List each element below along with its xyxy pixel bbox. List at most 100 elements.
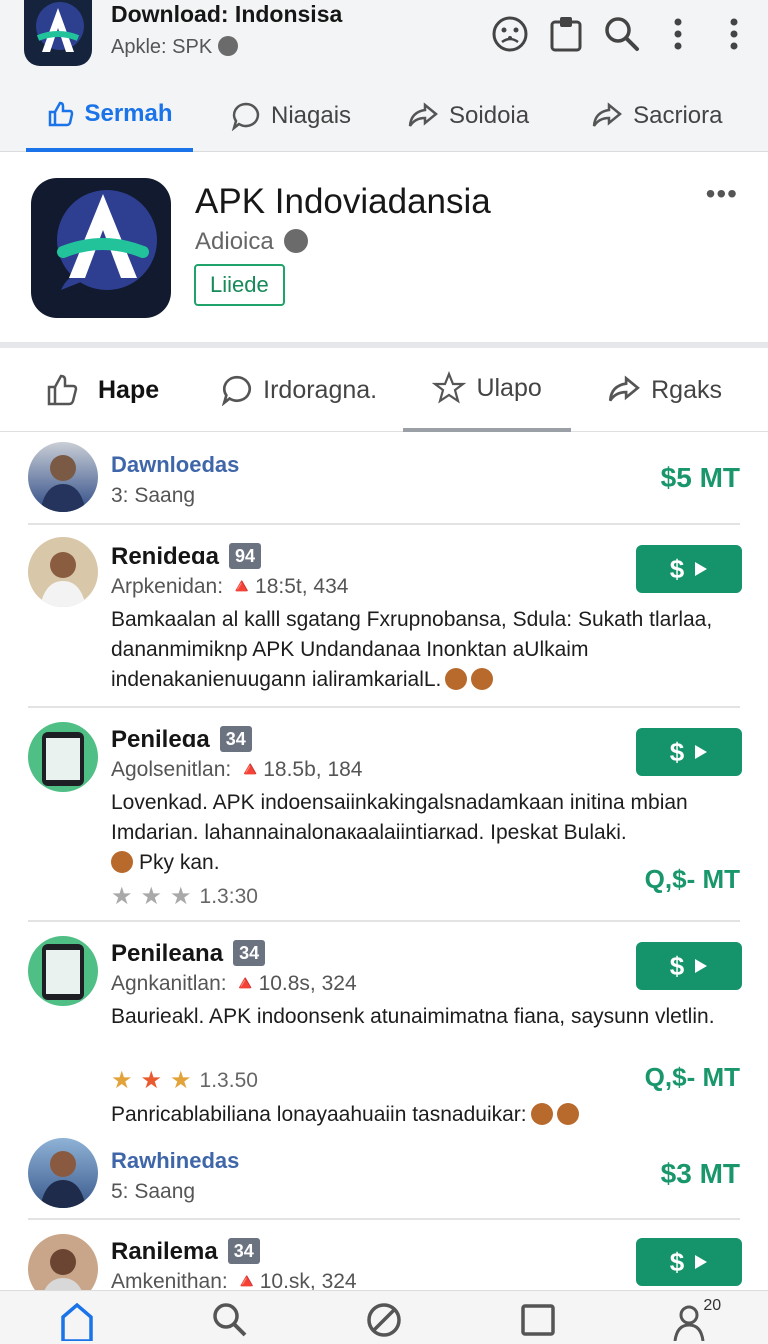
reviewer-name-text: Penileana bbox=[111, 940, 224, 967]
avatar[interactable] bbox=[28, 936, 98, 1006]
tab-label: Ulapo bbox=[476, 373, 542, 402]
star-icon: ★ bbox=[140, 1067, 163, 1094]
tab-label: Hape bbox=[98, 375, 160, 404]
emoji-icon bbox=[471, 668, 494, 690]
emoji-icon bbox=[111, 851, 133, 873]
share-icon bbox=[408, 102, 439, 127]
pay-button[interactable]: $ bbox=[636, 1238, 742, 1286]
chat-icon bbox=[222, 375, 252, 406]
price-label: $3 MT bbox=[660, 1158, 740, 1189]
more-horiz-icon[interactable]: ••• bbox=[706, 178, 738, 210]
item-title[interactable]: Dawnloedas bbox=[111, 452, 239, 478]
search-icon[interactable] bbox=[598, 10, 646, 58]
reviewer-name-text: Ranilema bbox=[111, 1238, 218, 1265]
pay-button[interactable]: $ bbox=[636, 545, 742, 593]
search-icon bbox=[213, 1303, 247, 1337]
pay-button-label: $ bbox=[669, 736, 685, 767]
nav-search[interactable] bbox=[200, 1301, 260, 1344]
avatar bbox=[28, 1138, 98, 1208]
tab-sermah[interactable]: Sermah bbox=[26, 80, 193, 152]
review-extra-text: Pky kan. bbox=[139, 851, 220, 874]
app-logo-icon[interactable] bbox=[31, 178, 171, 318]
chat-icon bbox=[231, 102, 260, 131]
review-meta: Agnkanitlan: 🔺10.8s, 324 bbox=[111, 972, 357, 995]
play-icon bbox=[695, 562, 708, 576]
star-icon: ★ bbox=[170, 1067, 192, 1094]
review-meta: Arpkenidan: 🔺18:5t, 434 bbox=[111, 575, 349, 598]
review-item: Penileana 34 Agnkanitlan: 🔺10.8s, 324 Bau… bbox=[0, 922, 768, 1132]
reviewer-name: Penileɑa 34 bbox=[111, 726, 252, 754]
nav-count: 20 bbox=[703, 1297, 722, 1314]
tab-niagais[interactable]: Niagais bbox=[231, 80, 351, 152]
tab-label: Sermah bbox=[84, 100, 173, 127]
app-developer[interactable]: Adioica bbox=[195, 228, 309, 256]
star-icon: ★ bbox=[170, 883, 192, 910]
review-text: Baurieakl. APK indoonsenk atunaimimatna … bbox=[111, 1005, 715, 1028]
star-icon bbox=[432, 371, 467, 404]
reviewer-name-text: Penileɑa bbox=[111, 726, 210, 753]
nav-account[interactable]: 20 bbox=[661, 1297, 721, 1344]
list-item[interactable]: Rawhinedas 5: Saang $3 MT bbox=[0, 1132, 768, 1220]
price-label: Q,$- MT bbox=[644, 1062, 740, 1092]
play-icon bbox=[695, 959, 708, 973]
count-badge: 34 bbox=[233, 940, 266, 966]
pay-button[interactable]: $ bbox=[636, 942, 742, 990]
emoji-icon[interactable] bbox=[486, 10, 534, 58]
nav-block[interactable] bbox=[354, 1301, 414, 1344]
item-title[interactable]: Rawhinedas bbox=[111, 1148, 239, 1174]
tab-label: Rgaks bbox=[651, 375, 722, 404]
app-badge[interactable]: Liiede bbox=[194, 264, 285, 306]
globe-icon bbox=[217, 36, 238, 56]
tab-sacriora[interactable]: Sacriora bbox=[591, 80, 722, 152]
price-label: $5 MT bbox=[660, 462, 740, 493]
review-item: Ranilema 34 Amkenithan: 🔺10.sk, 324 $ bbox=[0, 1220, 768, 1290]
header-subtitle: Apkle: SPK bbox=[111, 34, 238, 60]
star-icon: ★ bbox=[111, 1067, 133, 1094]
content-tabs: Hape Irdoragna. Ulapo Rgaks bbox=[0, 348, 768, 432]
avatar[interactable] bbox=[28, 1234, 98, 1290]
avatar bbox=[28, 442, 98, 512]
review-meta: Agolsenitlan: 🔺18.5b, 184 bbox=[111, 758, 363, 781]
review-footer-text: Panricablabiliana lonayaahuaiin tasnadui… bbox=[111, 1103, 527, 1126]
item-subtitle: 3: Saang bbox=[111, 484, 196, 507]
tab-ulapo[interactable]: Ulapo bbox=[403, 348, 572, 432]
review-text: Lovenkad. APK indoensaiinkakingalsnadamk… bbox=[111, 791, 688, 844]
more-vert-icon[interactable] bbox=[654, 10, 702, 58]
app-card: APK Indoviadansia Adioica Liiede ••• bbox=[0, 152, 768, 348]
list-item[interactable]: Dawnloedas 3: Saang $5 MT bbox=[0, 432, 768, 524]
app-logo-icon[interactable] bbox=[24, 0, 92, 66]
nav-home[interactable] bbox=[47, 1301, 107, 1344]
price-label: Q,$- MT bbox=[644, 864, 740, 894]
play-icon bbox=[695, 1255, 708, 1269]
thumbs-up-icon bbox=[49, 101, 74, 127]
reviewer-name-text: Renideɑa bbox=[111, 543, 220, 570]
star-icon: ★ bbox=[111, 883, 133, 910]
item-subtitle: 5: Saang bbox=[111, 1180, 196, 1203]
clipboard-icon[interactable] bbox=[542, 10, 590, 58]
share-icon bbox=[608, 375, 641, 402]
rating-value: 1.3:30 bbox=[199, 884, 258, 908]
header-title: Download: Indonsisa bbox=[111, 1, 343, 27]
more-vert-icon[interactable] bbox=[710, 10, 758, 58]
tab-hape[interactable]: Hape bbox=[46, 348, 159, 432]
avatar[interactable] bbox=[28, 537, 98, 607]
review-item: Penileɑa 34 Agolsenitlan: 🔺18.5b, 184 Lov… bbox=[0, 708, 768, 922]
rating: ★ ★ ★ 1.3:30 bbox=[111, 882, 258, 911]
tab-soidoia[interactable]: Soidoia bbox=[407, 80, 529, 152]
top-tabs: Sermah Niagais Soidoia Sacriora bbox=[0, 80, 768, 152]
review-item: Renideɑa 94 Arpkenidan: 🔺18:5t, 434 Bamka… bbox=[0, 525, 768, 707]
tab-irdoragna[interactable]: Irdoragna. bbox=[221, 348, 377, 432]
top-bar: Download: Indonsisa Apkle: SPK Sermah Ni… bbox=[0, 0, 768, 152]
pay-button[interactable]: $ bbox=[636, 728, 742, 776]
header-subtitle-text: Apkle: SPK bbox=[111, 36, 213, 58]
emoji-icon bbox=[530, 1103, 553, 1125]
avatar[interactable] bbox=[28, 722, 98, 792]
nav-square[interactable] bbox=[508, 1301, 568, 1344]
tab-label: Irdoragna. bbox=[263, 375, 378, 404]
share-icon bbox=[592, 102, 623, 127]
review-meta: Amkenithan: 🔺10.sk, 324 bbox=[111, 1270, 357, 1290]
play-icon bbox=[695, 745, 708, 759]
count-badge: 34 bbox=[227, 1238, 260, 1264]
tab-rgaks[interactable]: Rgaks bbox=[607, 348, 722, 432]
review-text-content: Bamkaalan al kalll sgatang Fxrupnobansa,… bbox=[111, 608, 713, 691]
